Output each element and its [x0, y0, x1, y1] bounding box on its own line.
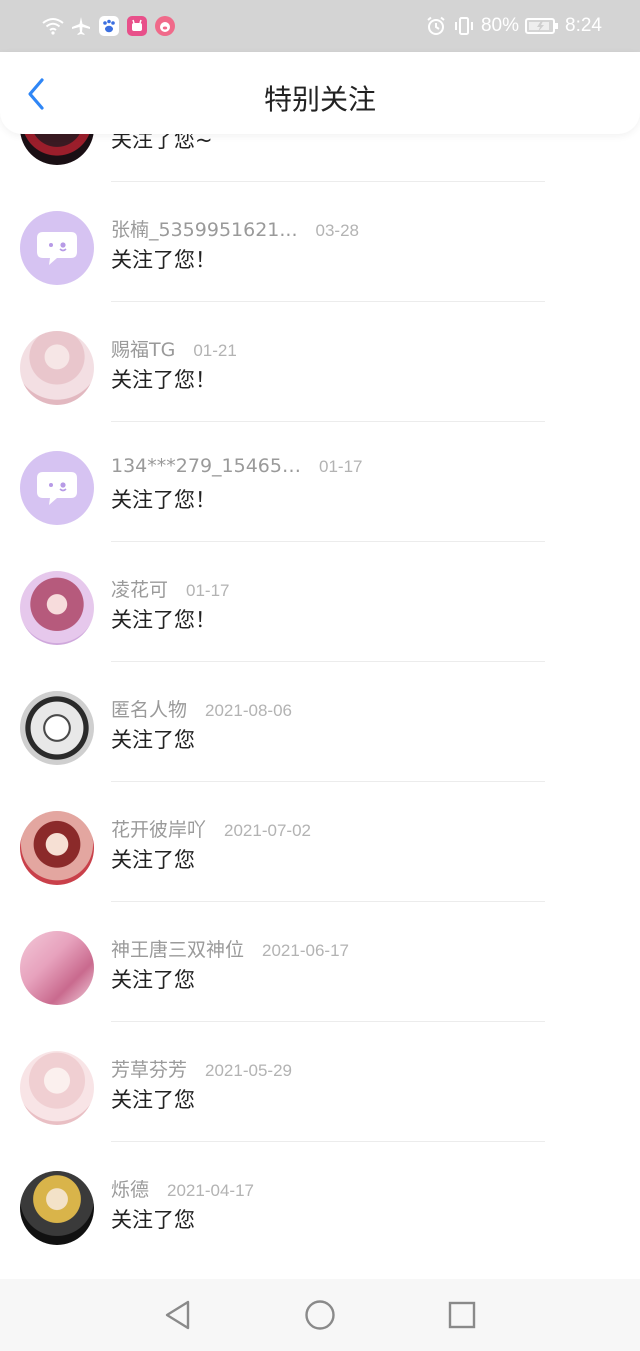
divider: [111, 301, 545, 302]
nav-home-button[interactable]: [304, 1299, 336, 1331]
list-item[interactable]: 花开彼岸吖 2021-07-02 关注了您: [0, 800, 640, 920]
vibrate-icon: [453, 15, 475, 37]
airplane-icon: [70, 15, 92, 37]
list-item[interactable]: 凌花可 01-17 关注了您！: [0, 560, 640, 680]
follow-date: 2021-05-29: [205, 1061, 292, 1080]
message-text: 关注了您: [111, 848, 195, 872]
divider: [111, 1141, 545, 1142]
divider: [111, 421, 545, 422]
user-name[interactable]: 花开彼岸吖: [111, 815, 206, 842]
page-title: 特别关注: [263, 83, 376, 116]
avatar[interactable]: [20, 211, 94, 285]
user-name[interactable]: 赐福TG: [111, 335, 175, 362]
list-item[interactable]: 赐福TG 01-21 关注了您！: [0, 320, 640, 440]
row-header: 烁德 2021-04-17: [111, 1175, 254, 1202]
list-item[interactable]: 134***279_154659... 01-17 关注了您！: [0, 440, 640, 560]
message-text: 关注了您: [111, 968, 195, 992]
user-name[interactable]: 烁德: [111, 1175, 149, 1202]
chat-bubble-icon: [37, 472, 77, 505]
divider: [111, 181, 545, 182]
avatar[interactable]: [20, 571, 94, 645]
status-right-icons: 80% 8:24: [425, 13, 602, 39]
nav-recents-button[interactable]: [446, 1299, 478, 1331]
follow-date: 2021-08-06: [205, 701, 292, 720]
status-bar: 80% 8:24: [0, 0, 640, 52]
chat-bubble-icon: [37, 232, 77, 265]
avatar[interactable]: [20, 1051, 94, 1125]
divider: [111, 781, 545, 782]
message-text: 关注了您！: [111, 608, 216, 632]
list-item[interactable]: 神王唐三双神位 2021-06-17 关注了您: [0, 920, 640, 1040]
avatar[interactable]: [20, 331, 94, 405]
list-item[interactable]: 匿名人物 2021-08-06 关注了您: [0, 680, 640, 800]
pink-app-icon: [126, 15, 148, 37]
avatar[interactable]: [20, 691, 94, 765]
message-text: 关注了您！: [111, 368, 216, 392]
pig-app-icon: [154, 15, 176, 37]
row-header: 匿名人物 2021-08-06: [111, 695, 292, 722]
list-item[interactable]: 芳草芬芳 2021-05-29 关注了您: [0, 1040, 640, 1160]
follow-date: 2021-07-02: [224, 821, 311, 840]
avatar[interactable]: [20, 811, 94, 885]
message-text: 关注了您: [111, 728, 195, 752]
user-name[interactable]: 134***279_154659...: [111, 455, 301, 477]
follow-date: 2021-04-17: [167, 1181, 254, 1200]
message-text: 关注了您: [111, 1208, 195, 1232]
user-name[interactable]: 匿名人物: [111, 695, 187, 722]
user-name[interactable]: 凌花可: [111, 575, 168, 602]
row-header: 凌花可 01-17: [111, 575, 230, 602]
paw-app-icon: [98, 15, 120, 37]
follow-date: 2021-06-17: [262, 941, 349, 960]
recents-square-icon: [448, 1301, 476, 1329]
status-time: 8:24: [565, 15, 602, 36]
top-header: 特别关注: [0, 52, 640, 134]
system-nav-bar: [0, 1279, 640, 1351]
alarm-icon: [425, 15, 447, 37]
follow-date: 01-17: [186, 581, 230, 600]
row-header: 134***279_154659... 01-17: [111, 455, 362, 477]
divider: [111, 541, 545, 542]
row-header: 张楠_5359951621... 03-28: [111, 215, 359, 242]
nav-back-button[interactable]: [162, 1299, 194, 1331]
row-header: 花开彼岸吖 2021-07-02: [111, 815, 311, 842]
row-header: 神王唐三双神位 2021-06-17: [111, 935, 349, 962]
message-text: 关注了您！: [111, 248, 216, 272]
message-text: 关注了您: [111, 1088, 195, 1112]
row-header: 赐福TG 01-21: [111, 335, 237, 362]
row-header: 芳草芬芳 2021-05-29: [111, 1055, 292, 1082]
back-triangle-icon: [165, 1300, 190, 1330]
message-text: 关注了您！: [111, 488, 216, 512]
list-item[interactable]: 张楠_5359951621... 03-28 关注了您！: [0, 200, 640, 320]
user-name[interactable]: 张楠_5359951621...: [111, 215, 298, 242]
avatar[interactable]: [20, 1171, 94, 1245]
divider: [111, 1021, 545, 1022]
avatar[interactable]: [20, 931, 94, 1005]
follow-date: 03-28: [315, 221, 359, 240]
wifi-icon: [42, 15, 64, 37]
user-name[interactable]: 神王唐三双神位: [111, 935, 244, 962]
divider: [111, 901, 545, 902]
status-left-icons: [42, 14, 176, 38]
home-circle-icon: [305, 1300, 335, 1330]
user-name[interactable]: 芳草芬芳: [111, 1055, 187, 1082]
battery-percent: 80%: [480, 15, 520, 36]
battery-icon: [525, 15, 559, 37]
follow-date: 01-17: [319, 457, 363, 476]
avatar[interactable]: [20, 451, 94, 525]
divider: [111, 661, 545, 662]
follow-date: 01-21: [193, 341, 237, 360]
list-item[interactable]: 烁德 2021-04-17 关注了您: [0, 1160, 640, 1280]
